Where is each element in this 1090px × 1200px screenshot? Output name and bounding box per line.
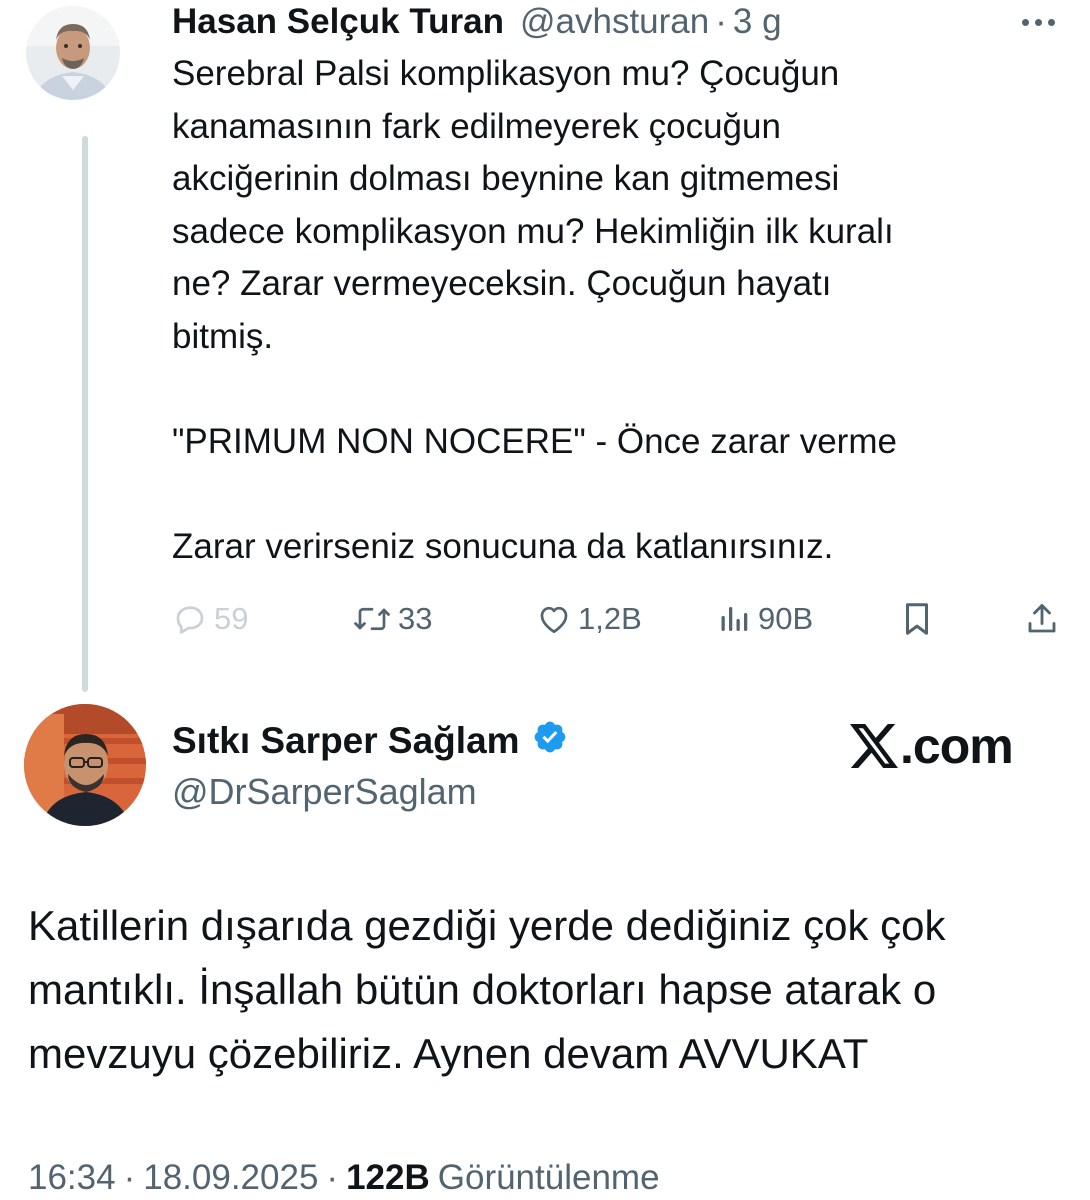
reply-count: 59	[214, 601, 249, 636]
reply-tweet-text: Katillerin dışarıda gezdiği yerde dediği…	[28, 902, 946, 1077]
reply-button[interactable]: 59	[172, 594, 248, 644]
reply-timestamp[interactable]: 16:34	[28, 1158, 116, 1198]
repost-button[interactable]: 33	[352, 594, 432, 644]
reply-icon	[172, 601, 208, 637]
x-com-logo: .com	[850, 714, 1014, 778]
reply-author-handle[interactable]: @DrSarperSaglam	[172, 768, 568, 816]
reply-date[interactable]: 18.09.2025	[143, 1158, 318, 1198]
author-handle[interactable]: @avhsturan	[520, 2, 709, 42]
repost-count: 33	[398, 601, 433, 636]
separator-dot: ·	[715, 2, 727, 41]
views-bar-chart-icon	[718, 601, 752, 637]
bookmark-icon	[900, 600, 934, 638]
original-tweet-text: Serebral Palsi komplikasyon mu? Çocuğun …	[172, 54, 897, 566]
reply-meta-line: 16:34 · 18.09.2025 · 122B Görüntülenme	[28, 1156, 660, 1200]
share-icon	[1024, 600, 1060, 638]
tweet-action-bar: 59 33 1,2B 90B	[0, 594, 1090, 644]
tweet-time-ago[interactable]: 3 g	[733, 2, 782, 42]
reply-views-count: 122B	[346, 1158, 430, 1197]
verified-badge-icon[interactable]	[532, 719, 568, 764]
avatar-sitki-sarper-saglam[interactable]	[24, 704, 146, 826]
reply-author-name[interactable]: Sıtkı Sarper Sağlam	[172, 720, 520, 762]
repost-icon	[352, 601, 392, 637]
reply-views-label: Görüntülenme	[437, 1158, 660, 1197]
heart-icon	[536, 601, 572, 637]
views-count: 90B	[758, 601, 814, 636]
separator-dot: ·	[326, 1158, 339, 1197]
views-button[interactable]: 90B	[718, 594, 813, 644]
like-button[interactable]: 1,2B	[536, 594, 642, 644]
like-count: 1,2B	[578, 601, 642, 636]
reply-tweet-header: Sıtkı Sarper Sağlam @DrSarperSaglam	[172, 716, 568, 816]
bookmark-button[interactable]	[900, 594, 934, 644]
x-logo-icon	[850, 724, 898, 768]
original-tweet-header: Hasan Selçuk Turan @avhsturan · 3 g	[172, 0, 782, 44]
more-horizontal-icon[interactable]	[1014, 8, 1062, 36]
avatar-hasan-selcuk-turan[interactable]	[26, 6, 120, 100]
x-com-domain-text: .com	[900, 718, 1014, 774]
separator-dot: ·	[123, 1158, 136, 1197]
share-button[interactable]	[1024, 594, 1060, 644]
author-name[interactable]: Hasan Selçuk Turan	[172, 2, 504, 42]
